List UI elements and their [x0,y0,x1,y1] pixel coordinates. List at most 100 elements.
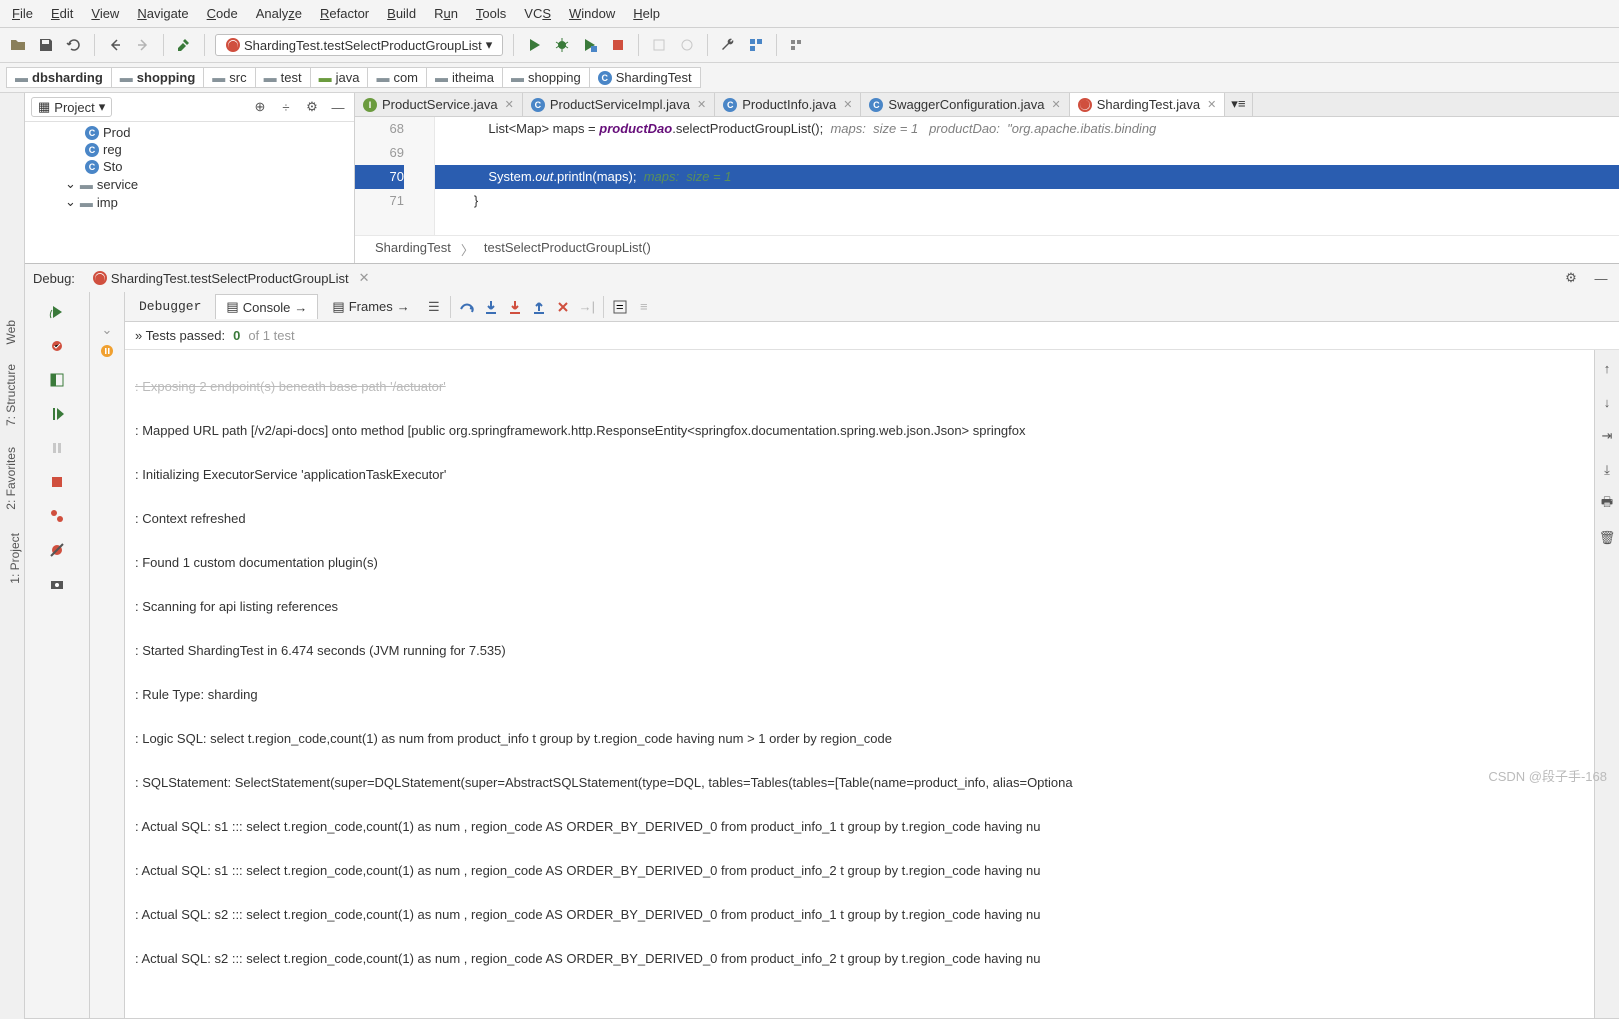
test-status-bar: » Tests passed: 0 of 1 test [125,322,1619,350]
menu-navigate[interactable]: Navigate [133,4,192,23]
structure-icon[interactable] [746,35,766,55]
tab-swagger[interactable]: CSwaggerConfiguration.java✕ [861,93,1069,116]
evaluate-icon[interactable]: = [610,297,630,317]
crumb-src[interactable]: ▬src [203,67,255,88]
print-icon[interactable]: 🖶 [1597,494,1617,514]
gear-icon[interactable]: ⚙ [1561,268,1581,288]
drop-frame-icon[interactable] [553,297,573,317]
crumb-itheima[interactable]: ▬itheima [426,67,503,88]
project-tree[interactable]: CProd Creg CSto ⌄▬service ⌄▬imp [25,122,354,263]
profile-icon[interactable] [677,35,697,55]
up-icon[interactable]: ↑ [1597,358,1617,378]
mute-bp-icon[interactable] [45,538,69,562]
clear-icon[interactable]: 🗑 [1597,528,1617,548]
hide-icon[interactable]: — [1591,268,1611,288]
crumb-com[interactable]: ▬com [367,67,427,88]
debugger-tab[interactable]: Debugger [129,295,211,318]
tab-productservice[interactable]: IProductService.java✕ [355,93,523,116]
menu-window[interactable]: Window [565,4,619,23]
refresh-icon[interactable] [64,35,84,55]
menu-refactor[interactable]: Refactor [316,4,373,23]
side-favorites-tab[interactable]: 2: Favorites [4,447,18,510]
hammer-icon[interactable] [174,35,194,55]
gear-icon[interactable]: ⚙ [302,97,322,117]
debug-session-tab[interactable]: ⬤ ShardingTest.testSelectProductGroupLis… [85,268,378,288]
back-icon[interactable] [105,35,125,55]
console-tab[interactable]: ▤Console→ [215,294,318,319]
tab-productinfo[interactable]: CProductInfo.java✕ [715,93,861,116]
wrench-icon[interactable] [718,35,738,55]
forward-icon[interactable] [133,35,153,55]
code-editor[interactable]: 68 69 70 71 List<Map> maps = productDao.… [355,117,1619,235]
collapse-icon[interactable]: ⊕ [250,97,270,117]
folder-icon: ▬ [80,195,93,210]
tab-shardingtest[interactable]: ⬤ShardingTest.java✕ [1070,93,1226,116]
tab-overflow[interactable]: ▾≡ [1225,93,1252,116]
camera-icon[interactable] [45,572,69,596]
step-over-icon[interactable] [457,297,477,317]
close-icon[interactable]: ✕ [505,98,514,111]
project-view-selector[interactable]: ▦Project▾ [31,97,112,117]
pause-small-icon[interactable] [100,344,114,361]
debug-icon[interactable] [552,35,572,55]
menu-vcs[interactable]: VCS [520,4,555,23]
down-icon[interactable]: ↓ [1597,392,1617,412]
menu-tools[interactable]: Tools [472,4,510,23]
attach-icon[interactable] [649,35,669,55]
menu-code[interactable]: Code [203,4,242,23]
save-icon[interactable] [36,35,56,55]
trace-icon[interactable]: ≡ [634,297,654,317]
toggle-bp-icon[interactable] [45,334,69,358]
close-icon[interactable]: ✕ [843,98,852,111]
run-to-cursor-icon[interactable]: →| [577,297,597,317]
run-icon[interactable] [524,35,544,55]
menu-file[interactable]: FFileile [8,4,37,23]
view-bp-icon[interactable] [45,504,69,528]
close-icon[interactable]: ✕ [697,98,706,111]
coverage-icon[interactable] [580,35,600,55]
open-icon[interactable] [8,35,28,55]
class-icon: C [531,98,545,112]
class-icon: C [85,126,99,140]
close-icon[interactable]: ✕ [1207,98,1216,111]
crumb-test[interactable]: ▬test [255,67,311,88]
scroll-end-icon[interactable]: ⤓ [1597,460,1617,480]
locate-icon[interactable]: ÷ [276,97,296,117]
side-web-tab[interactable]: Web [4,320,18,344]
menu-build[interactable]: Build [383,4,420,23]
menu-run[interactable]: Run [430,4,462,23]
crumb-module[interactable]: ▬shopping [111,67,205,88]
folder-icon: ▬ [212,70,225,85]
side-structure-tab[interactable]: 7: Structure [4,364,18,426]
step-into-icon[interactable] [481,297,501,317]
menu-edit[interactable]: Edit [47,4,77,23]
side-project-tab[interactable]: 1: Project [6,527,24,590]
frames-tab[interactable]: ▤Frames→ [322,295,419,319]
hide-icon[interactable]: — [328,97,348,117]
wrap-icon[interactable]: ⇥ [1597,426,1617,446]
console-output[interactable]: : Exposing 2 endpoint(s) beneath base pa… [125,350,1594,1018]
close-icon[interactable]: ✕ [1052,98,1061,111]
menu-view[interactable]: View [87,4,123,23]
menu-analyze[interactable]: Analyze [252,4,306,23]
tab-productserviceimpl[interactable]: CProductServiceImpl.java✕ [523,93,715,116]
layout-icon[interactable] [45,368,69,392]
resume-icon[interactable] [45,402,69,426]
menu-help[interactable]: Help [629,4,664,23]
stop-icon[interactable] [45,470,69,494]
pause-icon[interactable] [45,436,69,460]
close-icon[interactable]: ✕ [359,270,370,286]
threads-icon[interactable]: ☰ [424,297,444,317]
chevron-down-icon[interactable]: ⌄ [102,322,113,338]
step-out-icon[interactable] [529,297,549,317]
force-step-into-icon[interactable] [505,297,525,317]
stop-icon[interactable] [608,35,628,55]
test-icon: ⬤ [1078,98,1092,112]
crumb-root[interactable]: ▬dbsharding [6,67,112,88]
run-config-selector[interactable]: ⬤ ShardingTest.testSelectProductGroupLis… [215,34,503,56]
more-icon[interactable] [787,35,807,55]
crumb-shopping[interactable]: ▬shopping [502,67,590,88]
crumb-java[interactable]: ▬java [310,67,369,88]
crumb-class[interactable]: CShardingTest [589,67,701,88]
rerun-icon[interactable] [45,300,69,324]
